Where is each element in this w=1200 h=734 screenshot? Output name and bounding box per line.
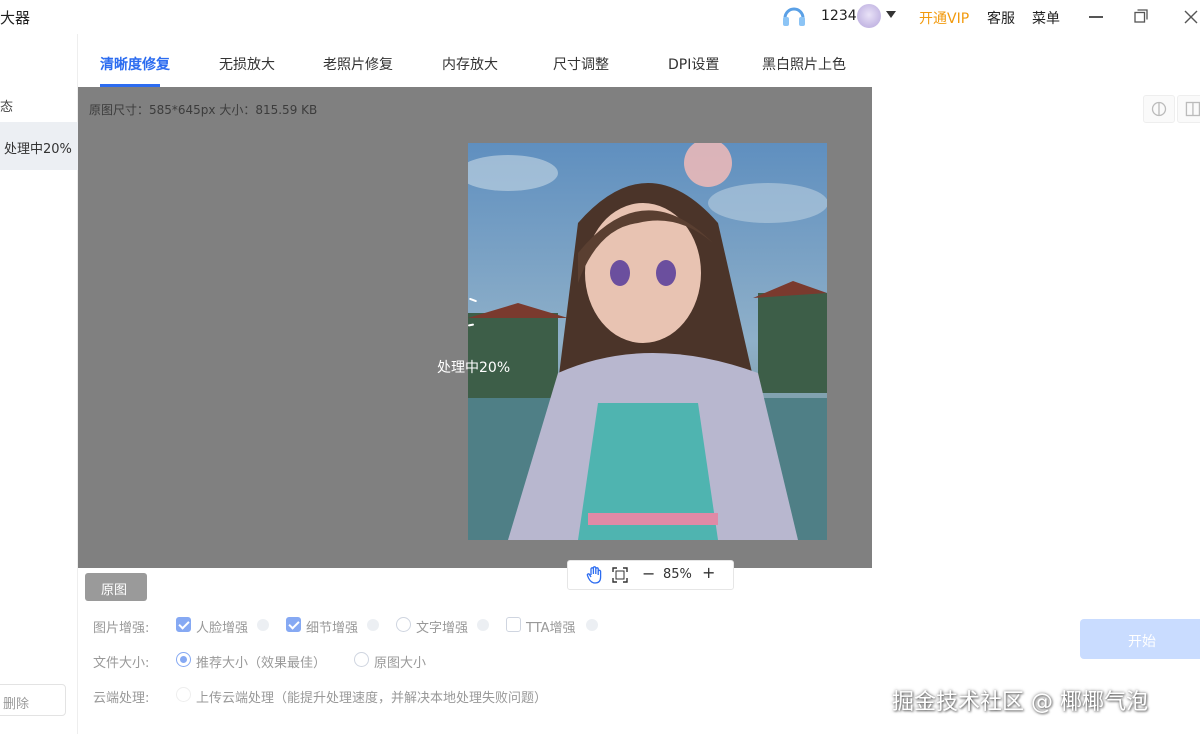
tta-enhance-label: TTA增强 (526, 621, 576, 636)
help-icon[interactable] (257, 619, 269, 631)
tab-old-photo-repair[interactable]: 老照片修复 (323, 54, 393, 74)
recommended-size-radio[interactable] (176, 652, 191, 667)
text-enhance-checkbox[interactable] (396, 617, 411, 632)
sidebar-item-label: 处理中20% (4, 142, 72, 157)
menu-link[interactable]: 菜单 (1032, 8, 1060, 28)
split-view-icon[interactable] (1177, 95, 1200, 123)
app-title: 大器 (0, 9, 31, 27)
cloud-label: 云端处理: (93, 691, 150, 706)
tab-memory-upscale[interactable]: 内存放大 (442, 54, 498, 74)
sidebar: 态 处理中20% 删除 (0, 34, 78, 734)
fit-screen-icon[interactable] (612, 567, 628, 583)
detail-enhance-checkbox[interactable] (286, 617, 301, 632)
watermark: 掘金技术社区 @ 椰椰气泡 (892, 690, 1148, 715)
minimize-icon[interactable] (1089, 16, 1103, 18)
filesize-label: 文件大小: (93, 656, 150, 671)
image-info: 原图尺寸：585*645px 大小：815.59 KB (89, 103, 318, 117)
close-icon[interactable] (1182, 8, 1200, 26)
vip-link[interactable]: 开通VIP (919, 8, 969, 28)
start-button[interactable]: 开始 (1080, 619, 1200, 659)
zoom-level: 85% (663, 567, 692, 582)
restore-icon[interactable] (1134, 9, 1148, 23)
headset-icon[interactable] (781, 4, 807, 28)
original-size-label: 原图大小 (374, 656, 427, 671)
tab-bar: 清晰度修复 无损放大 老照片修复 内存放大 尺寸调整 DPI设置 黑白照片上色 (78, 34, 1200, 87)
face-enhance-checkbox[interactable] (176, 617, 191, 632)
enhance-label: 图片增强: (93, 621, 150, 636)
text-enhance-label: 文字增强 (416, 621, 469, 636)
cloud-option-label: 上传云端处理（能提升处理速度，并解决本地处理失败问题） (196, 691, 548, 706)
help-icon[interactable] (477, 619, 489, 631)
zoom-in-button[interactable]: + (702, 563, 715, 582)
tab-dpi-settings[interactable]: DPI设置 (668, 54, 719, 74)
original-size-radio[interactable] (354, 652, 369, 667)
start-label: 开始 (1128, 634, 1156, 650)
tab-lossless-upscale[interactable]: 无损放大 (219, 54, 275, 74)
zoom-toolbar: − 85% + (567, 560, 734, 590)
hand-icon[interactable] (586, 566, 602, 584)
delete-label: 删除 (3, 697, 30, 712)
loading-text: 处理中20% (437, 360, 511, 376)
detail-enhance-label: 细节增强 (306, 621, 359, 636)
help-icon[interactable] (586, 619, 598, 631)
preview-image (468, 143, 827, 540)
tab-size-adjust[interactable]: 尺寸调整 (553, 54, 609, 74)
chevron-down-icon[interactable] (886, 11, 896, 18)
sidebar-item[interactable]: 处理中20% (0, 122, 78, 170)
recommended-size-label: 推荐大小（效果最佳） (196, 656, 327, 671)
avatar[interactable] (857, 4, 881, 28)
compare-icon[interactable] (1143, 95, 1175, 123)
face-enhance-label: 人脸增强 (196, 621, 249, 636)
service-link[interactable]: 客服 (987, 8, 1015, 28)
tab-clarity-repair[interactable]: 清晰度修复 (100, 54, 170, 74)
tta-enhance-checkbox[interactable] (506, 617, 521, 632)
tab-colorize[interactable]: 黑白照片上色 (762, 54, 846, 74)
sidebar-status-label: 态 (0, 100, 14, 115)
title-bar: 大器 1234 开通VIP 客服 菜单 (0, 0, 1200, 34)
preview-area: 原图尺寸：585*645px 大小：815.59 KB 处理中20% (78, 87, 872, 568)
delete-button[interactable]: 删除 (0, 684, 66, 716)
original-image-label: 原图 (101, 583, 128, 598)
original-image-button[interactable]: 原图 (85, 573, 147, 601)
zoom-out-button[interactable]: − (642, 564, 655, 583)
cloud-checkbox[interactable] (176, 687, 191, 702)
help-icon[interactable] (367, 619, 379, 631)
user-name[interactable]: 1234 (821, 8, 857, 24)
